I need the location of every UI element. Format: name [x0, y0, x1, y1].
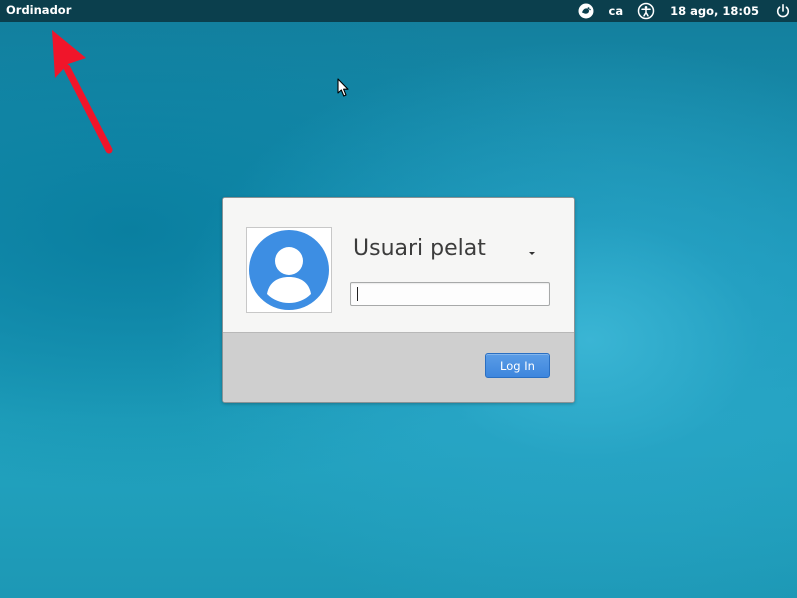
text-caret: [357, 287, 358, 301]
computer-name-label[interactable]: Ordinador: [6, 3, 71, 17]
top-panel: Ordinador ca 18 ago, 18:05: [0, 0, 797, 22]
user-avatar-icon: [249, 230, 329, 310]
user-name-label: Usuari pelat: [353, 236, 486, 261]
keyboard-layout-icon[interactable]: [577, 2, 595, 20]
power-icon[interactable]: [775, 3, 791, 19]
clock-label[interactable]: 18 ago, 18:05: [670, 4, 759, 18]
annotation-arrow-icon: [52, 30, 113, 154]
mouse-pointer-icon: [337, 78, 349, 97]
keyboard-language-label[interactable]: ca: [609, 4, 624, 18]
password-field[interactable]: [350, 282, 550, 306]
accessibility-icon[interactable]: [637, 2, 655, 20]
login-dialog: Usuari pelat Log In: [222, 197, 575, 403]
log-in-button[interactable]: Log In: [485, 353, 550, 378]
chevron-down-icon[interactable]: [526, 249, 538, 257]
login-screen: Ordinador ca 18 ago, 18:05 Usuari pelat …: [0, 0, 797, 598]
panel-indicators: ca 18 ago, 18:05: [577, 2, 791, 20]
avatar-frame: [246, 227, 332, 313]
